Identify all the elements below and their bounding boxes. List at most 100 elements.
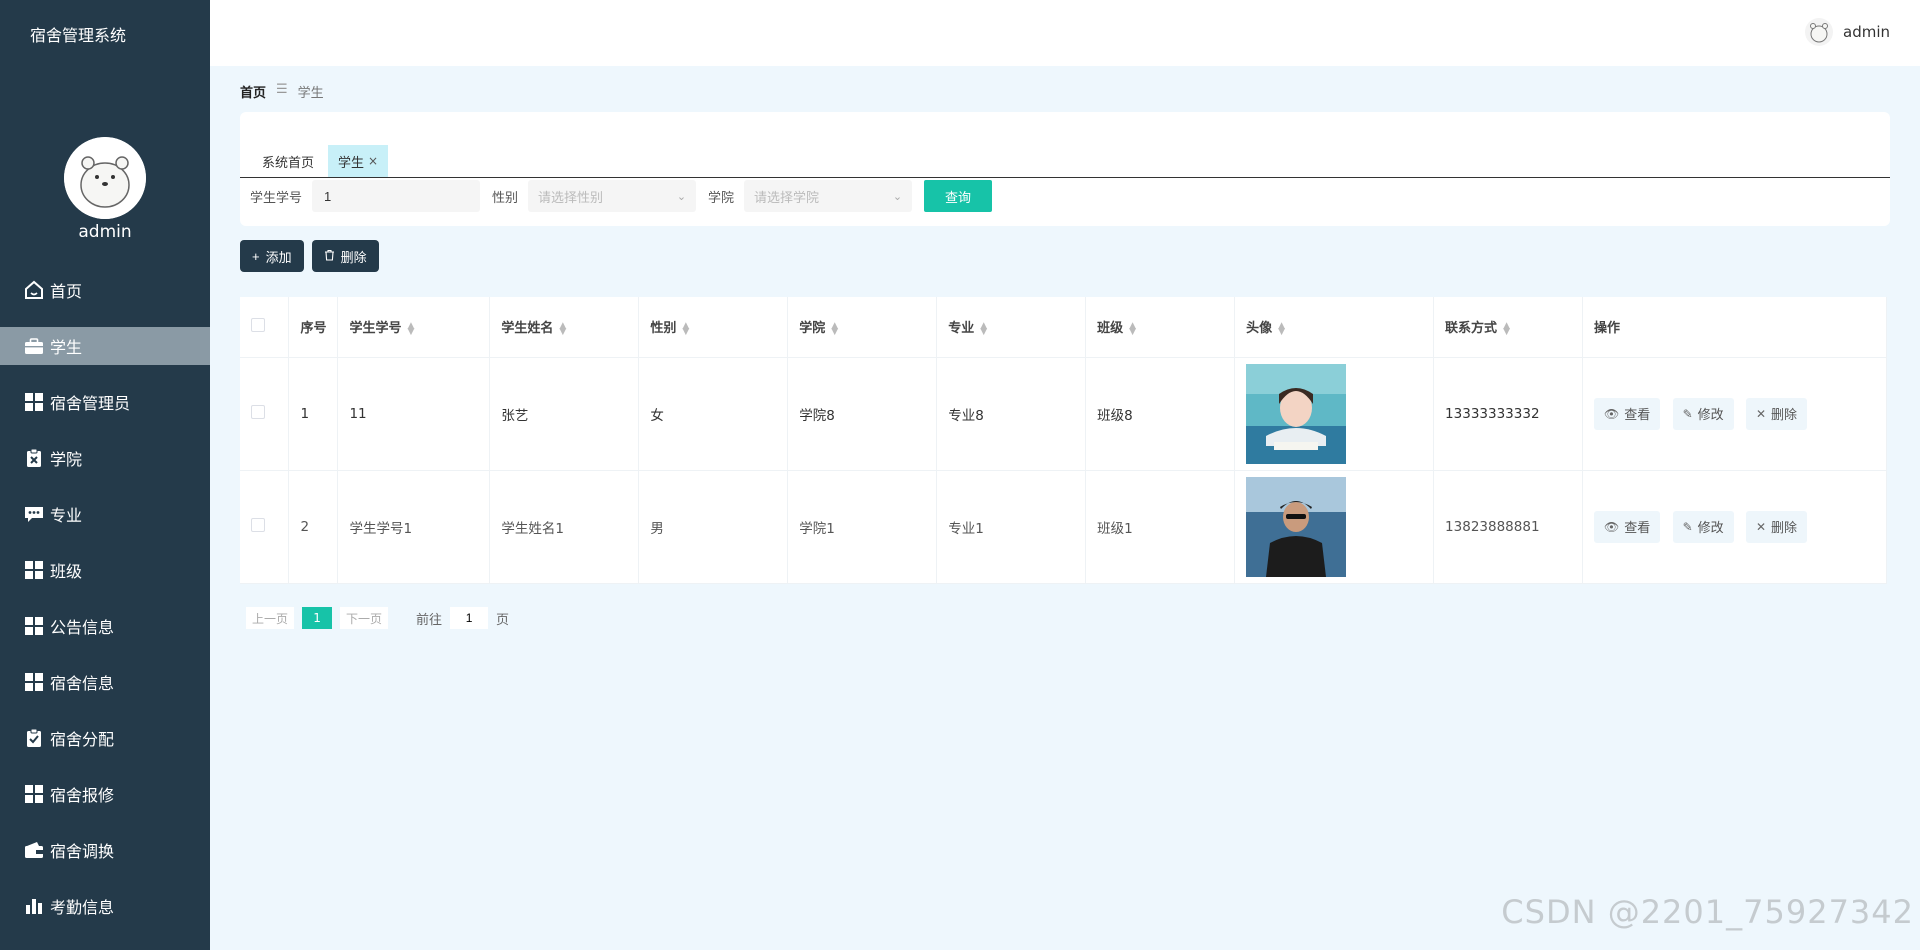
student-id-input[interactable] bbox=[312, 180, 481, 212]
breadcrumb-home[interactable]: 首页 bbox=[240, 82, 266, 101]
sidebar-item-classes[interactable]: 班级 bbox=[0, 542, 210, 598]
sort-icon[interactable]: ▲ ▼ bbox=[1129, 321, 1136, 336]
cell-avatar bbox=[1234, 357, 1435, 471]
sidebar-item-label: 宿舍调换 bbox=[50, 842, 115, 861]
college-select[interactable]: 请选择学院 ⌄ bbox=[744, 180, 913, 212]
action-bar: + 添加 删除 bbox=[240, 240, 379, 272]
eye-icon: 👁 bbox=[1604, 519, 1620, 534]
sidebar-item-label: 学院 bbox=[50, 450, 83, 469]
sort-icon[interactable]: ▲ ▼ bbox=[559, 321, 566, 336]
sidebar-item-label: 学生 bbox=[50, 338, 83, 357]
sort-icon[interactable]: ▲ ▼ bbox=[407, 321, 414, 336]
delete-button[interactable]: ✕ 删除 bbox=[1745, 397, 1808, 430]
sort-icon[interactable]: ▲ ▼ bbox=[831, 321, 838, 336]
column-header[interactable]: 学生学号 ▲ ▼ bbox=[337, 297, 491, 358]
app-title: 宿舍管理系统 bbox=[30, 26, 127, 45]
sidebar-item-home[interactable]: 首页 bbox=[0, 262, 210, 318]
student-photo[interactable] bbox=[1246, 363, 1347, 464]
tab-label: 学生 bbox=[338, 155, 365, 171]
cell-avatar bbox=[1234, 470, 1435, 584]
student-id-label: 学生学号 bbox=[250, 190, 303, 206]
column-header[interactable]: 专业 ▲ ▼ bbox=[936, 297, 1087, 358]
select-all-checkbox[interactable] bbox=[251, 317, 265, 332]
goto-page-input[interactable] bbox=[450, 607, 489, 629]
sidebar-item-colleges[interactable]: 学院 bbox=[0, 430, 210, 486]
sidebar-item-dorm-assign[interactable]: 宿舍分配 bbox=[0, 710, 210, 766]
sidebar-item-majors[interactable]: 专业 bbox=[0, 486, 210, 542]
page-number-current[interactable]: 1 bbox=[302, 607, 333, 629]
chat-icon bbox=[24, 504, 44, 524]
sidebar-item-label: 宿舍分配 bbox=[50, 730, 115, 749]
eye-icon: 👁 bbox=[1604, 406, 1620, 421]
cell-gender: 女 bbox=[638, 357, 789, 471]
cell-class: 班级1 bbox=[1085, 470, 1236, 584]
bar-chart-icon bbox=[24, 896, 44, 916]
sidebar-item-label: 宿舍管理员 bbox=[50, 394, 131, 413]
cell-name: 张艺 bbox=[489, 357, 640, 471]
sidebar-menu: 首页 学生 宿舍管理员 学院 专业 班级 公告信息 宿舍信息 宿舍分配 宿舍报修… bbox=[0, 262, 210, 934]
view-button[interactable]: 👁 查看 bbox=[1594, 397, 1661, 430]
row-checkbox[interactable] bbox=[251, 517, 265, 532]
gender-select[interactable]: 请选择性别 ⌄ bbox=[528, 180, 697, 212]
query-button[interactable]: 查询 bbox=[924, 180, 993, 212]
sidebar-item-dorm-repair[interactable]: 宿舍报修 bbox=[0, 766, 210, 822]
column-header[interactable]: 学生姓名 ▲ ▼ bbox=[489, 297, 640, 358]
cell-name: 学生姓名1 bbox=[489, 470, 640, 584]
row-select-cell bbox=[240, 470, 290, 584]
column-header[interactable]: 头像 ▲ ▼ bbox=[1234, 297, 1435, 358]
cell-major: 专业8 bbox=[936, 357, 1087, 471]
student-photo[interactable] bbox=[1246, 476, 1347, 577]
sidebar-username: admin bbox=[78, 222, 132, 242]
close-icon[interactable]: × bbox=[368, 154, 378, 168]
header-user-menu[interactable]: admin bbox=[1805, 18, 1890, 46]
prev-page-button[interactable]: 上一页 bbox=[246, 607, 295, 629]
sidebar-item-label: 首页 bbox=[50, 282, 83, 301]
cell-ops: 👁 查看 ✎ 修改 ✕ 删除 bbox=[1582, 470, 1887, 584]
sidebar-item-label: 宿舍报修 bbox=[50, 786, 115, 805]
college-label: 学院 bbox=[708, 190, 735, 206]
next-page-button[interactable]: 下一页 bbox=[340, 607, 389, 629]
pagination: 上一页 1 下一页 前往 页 bbox=[246, 607, 509, 629]
tab-label: 系统首页 bbox=[262, 155, 315, 171]
sidebar-item-dorm-swap[interactable]: 宿舍调换 bbox=[0, 822, 210, 878]
sidebar-item-attendance[interactable]: 考勤信息 bbox=[0, 878, 210, 934]
column-header[interactable]: 联系方式 ▲ ▼ bbox=[1433, 297, 1584, 358]
close-icon: ✕ bbox=[1755, 519, 1766, 534]
cell-major: 专业1 bbox=[936, 470, 1087, 584]
gender-placeholder: 请选择性别 bbox=[538, 190, 604, 206]
sidebar-item-dorm-info[interactable]: 宿舍信息 bbox=[0, 654, 210, 710]
delete-button[interactable]: ✕ 删除 bbox=[1745, 510, 1808, 543]
sidebar: 宿舍管理系统 admin 首页 学生 宿舍管理员 学院 专业 班级 公告信息 宿… bbox=[0, 0, 210, 950]
sort-icon[interactable]: ▲ ▼ bbox=[980, 321, 987, 336]
column-header[interactable]: 学院 ▲ ▼ bbox=[787, 297, 938, 358]
view-button[interactable]: 👁 查看 bbox=[1594, 510, 1661, 543]
add-button-label: 添加 bbox=[265, 249, 292, 265]
sidebar-item-label: 宿舍信息 bbox=[50, 674, 115, 693]
column-header[interactable]: 班级 ▲ ▼ bbox=[1085, 297, 1236, 358]
sidebar-item-label: 专业 bbox=[50, 506, 83, 525]
add-button[interactable]: + 添加 bbox=[240, 240, 304, 272]
grid-icon bbox=[24, 392, 44, 412]
grid-icon bbox=[24, 560, 44, 580]
tab-system-home[interactable]: 系统首页 bbox=[252, 145, 324, 177]
briefcase-icon bbox=[24, 336, 44, 356]
top-header: admin bbox=[210, 0, 1920, 66]
tab-students[interactable]: 学生 × bbox=[328, 145, 389, 177]
row-checkbox[interactable] bbox=[251, 404, 265, 419]
column-header[interactable]: 性别 ▲ ▼ bbox=[638, 297, 789, 358]
close-icon: ✕ bbox=[1755, 406, 1766, 421]
edit-button[interactable]: ✎ 修改 bbox=[1672, 397, 1734, 430]
clipboard-check-icon bbox=[24, 728, 44, 748]
sort-icon[interactable]: ▲ ▼ bbox=[1503, 321, 1510, 336]
tab-bar: 系统首页 学生 × bbox=[240, 132, 1890, 178]
cell-college: 学院8 bbox=[787, 357, 938, 471]
sort-icon[interactable]: ▲ ▼ bbox=[1278, 321, 1285, 336]
sidebar-item-announcements[interactable]: 公告信息 bbox=[0, 598, 210, 654]
edit-button[interactable]: ✎ 修改 bbox=[1672, 510, 1734, 543]
sidebar-item-students[interactable]: 学生 bbox=[0, 327, 210, 365]
batch-delete-button[interactable]: 删除 bbox=[311, 240, 379, 272]
sort-icon[interactable]: ▲ ▼ bbox=[682, 321, 689, 336]
sidebar-item-dorm-admins[interactable]: 宿舍管理员 bbox=[0, 374, 210, 430]
edit-icon: ✎ bbox=[1682, 406, 1693, 421]
filter-bar: 学生学号 性别 请选择性别 ⌄ 学院 请选择学院 ⌄ 查询 bbox=[250, 180, 993, 212]
